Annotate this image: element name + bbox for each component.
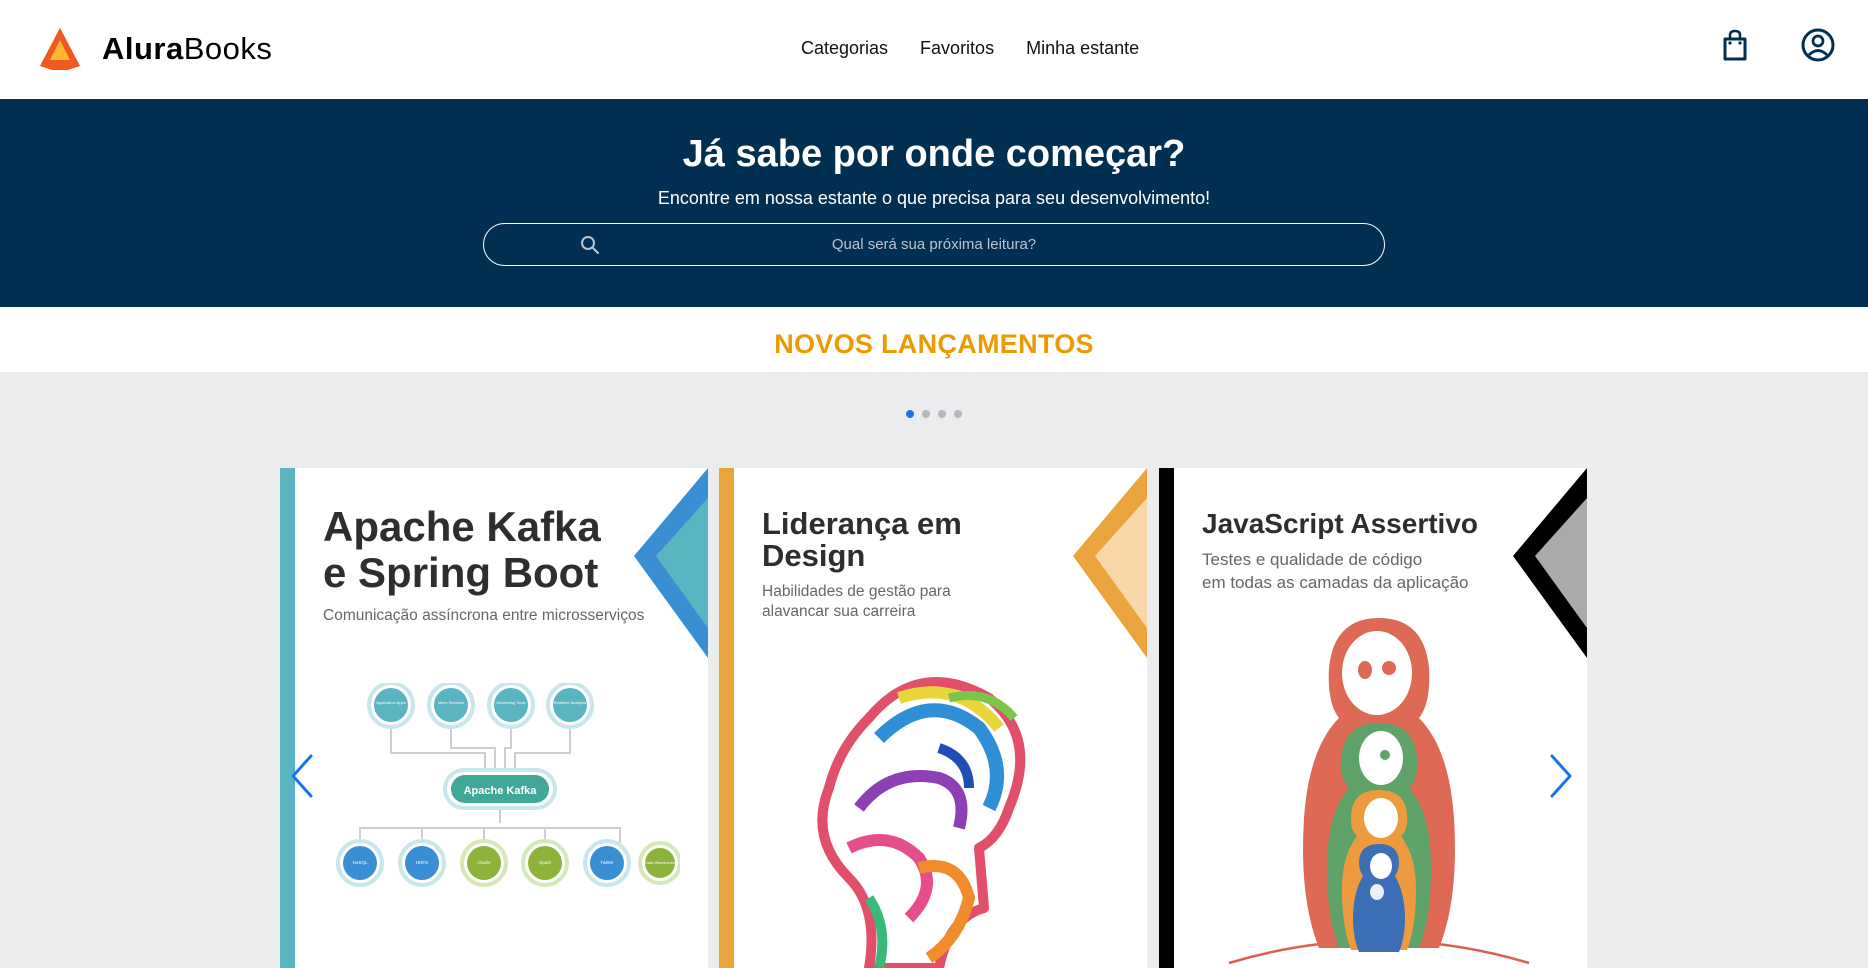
chevron-left-icon[interactable]	[287, 752, 317, 800]
search-icon	[581, 236, 600, 255]
book-spine-stripe	[719, 468, 734, 968]
shopping-bag-icon[interactable]	[1718, 28, 1752, 62]
nav-item-favoritos[interactable]: Favoritos	[920, 38, 994, 59]
hero-title: Já sabe por onde começar?	[682, 133, 1186, 175]
diagram-node-label: Spark	[539, 860, 552, 865]
diagram-node-label: NoSQL	[353, 860, 368, 865]
nav-item-minha-estante[interactable]: Minha estante	[1026, 38, 1139, 59]
brand-logo[interactable]: AluraBooks	[38, 26, 272, 72]
book-subtitle: Comunicação assíncrona entre microsservi…	[323, 607, 645, 624]
book-spine-stripe	[1159, 468, 1174, 968]
book-title: JavaScript Assertivo	[1202, 508, 1478, 539]
main-nav: Categorias Favoritos Minha estante	[801, 38, 1139, 59]
diagram-node-label: Micro Services	[438, 700, 464, 705]
carousel-dot-2[interactable]	[922, 410, 930, 418]
search-box[interactable]	[483, 223, 1385, 266]
user-circle-icon[interactable]	[1801, 28, 1835, 62]
kafka-diagram-illustration: Application Apps Micro Services Monitori…	[336, 683, 680, 887]
diagram-node-label: Monitoring Tools	[496, 700, 525, 705]
hero-subtitle: Encontre em nossa estante o que precisa …	[657, 188, 1211, 208]
nav-item-categorias[interactable]: Categorias	[801, 38, 888, 59]
carousel-dots	[906, 410, 962, 418]
book-card-javascript-assertivo[interactable]: JavaScript Assertivo Testes e qualidade …	[1159, 468, 1587, 968]
colorful-head-illustration	[817, 677, 1026, 968]
hero-banner: Já sabe por onde começar? Encontre em no…	[0, 99, 1868, 307]
book-spine-stripe	[280, 468, 295, 968]
book-corner-decoration	[634, 468, 708, 658]
diagram-node-label: Twitter	[600, 860, 614, 865]
book-corner-decoration	[1073, 468, 1147, 658]
book-title: Liderança em Design	[762, 506, 962, 573]
brand-name: AluraBooks	[102, 31, 273, 66]
alurabooks-logo-icon	[40, 28, 80, 70]
diagram-node-label: HDFS	[416, 860, 428, 865]
book-card-lideranca-em-design[interactable]: Liderança em Design Habilidades de gestã…	[719, 468, 1147, 968]
book-card-apache-kafka[interactable]: Apache Kafka e Spring Boot Comunicação a…	[280, 468, 708, 968]
carousel-dot-3[interactable]	[938, 410, 946, 418]
matryoshka-dolls-illustration	[1228, 618, 1530, 965]
book-title: Apache Kafka e Spring Boot	[323, 503, 601, 596]
carousel-dot-1[interactable]	[906, 410, 914, 418]
diagram-node-label: Application Apps	[376, 700, 406, 705]
diagram-center-label: Apache Kafka	[464, 785, 538, 797]
section-title: NOVOS LANÇAMENTOS	[774, 329, 1094, 359]
section-header: NOVOS LANÇAMENTOS	[0, 307, 1868, 372]
top-header: AluraBooks Categorias Favoritos Minha es…	[0, 0, 1868, 99]
diagram-node-label: Realtime Analytics	[554, 700, 587, 705]
book-subtitle: Habilidades de gestão para alavancar sua…	[762, 583, 951, 620]
chevron-right-icon[interactable]	[1546, 752, 1576, 800]
diagram-node-label: Data Warehouse	[645, 860, 676, 865]
search-input[interactable]	[484, 224, 1384, 265]
book-subtitle: Testes e qualidade de código em todas as…	[1202, 550, 1469, 592]
diagram-node-label: Oracle	[477, 860, 491, 865]
carousel-dot-4[interactable]	[954, 410, 962, 418]
